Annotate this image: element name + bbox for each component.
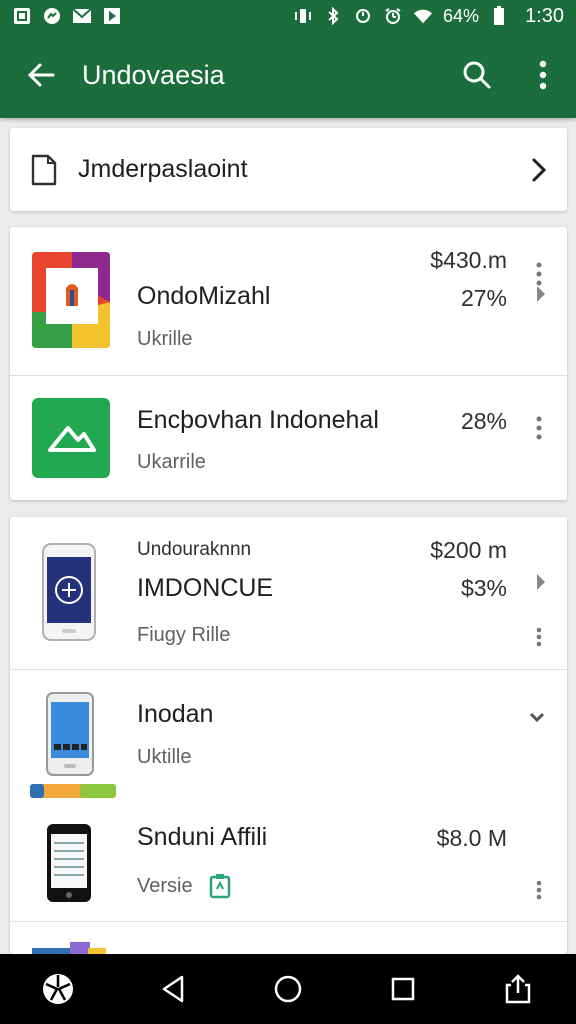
share-icon	[506, 974, 531, 1004]
drag-handle-icon[interactable]	[529, 279, 553, 309]
app-icon-green	[32, 398, 110, 483]
phone-app-icon	[46, 692, 94, 781]
back-nav-button[interactable]	[141, 957, 205, 1021]
play-icon	[102, 7, 122, 25]
app-list-group-2: Undouraknnn IMDONCUE Fiugy Rille $200 m …	[10, 517, 567, 954]
wifi-icon	[413, 7, 433, 25]
assistant-button[interactable]	[26, 957, 90, 1021]
bluetooth-icon	[323, 7, 343, 25]
app-list-group-1: OndoMizahl Ukrille $430.m 27% Encþovhan …	[10, 227, 567, 500]
battery-percent: 64%	[443, 5, 480, 26]
item-subtitle: Fiugy Rille	[137, 624, 231, 646]
more-vert-icon	[536, 627, 542, 647]
messenger-icon	[42, 7, 62, 25]
photo-icon	[12, 7, 32, 25]
item-subtitle: Versie	[137, 875, 193, 897]
status-left-icons	[12, 7, 122, 25]
share-nav-button[interactable]	[486, 957, 550, 1021]
clock: 1:30	[525, 4, 564, 27]
partial-app-icon	[32, 942, 106, 954]
expand-button[interactable]	[525, 702, 549, 732]
chevron-down-icon	[529, 712, 545, 723]
item-title: OndoMizahl	[137, 282, 271, 310]
item-title: Inodan	[137, 700, 214, 728]
item-amount: $8.0 M	[436, 825, 507, 851]
sync-icon	[353, 7, 373, 25]
clipboard-icon	[209, 873, 231, 904]
mail-icon	[72, 7, 92, 25]
item-caption: Undouraknnn	[137, 539, 252, 560]
document-icon	[10, 154, 78, 186]
list-item-partial[interactable]	[10, 922, 567, 954]
item-more-button[interactable]	[527, 413, 551, 443]
item-more-button[interactable]	[527, 622, 551, 652]
search-button[interactable]	[444, 32, 510, 118]
system-nav-bar	[0, 954, 576, 1024]
page-title: Undovaesia	[82, 59, 225, 90]
more-vert-icon	[539, 60, 547, 90]
recents-nav-button[interactable]	[371, 957, 435, 1021]
phone-app-icon	[42, 543, 96, 646]
item-amount: $430.m	[430, 247, 507, 273]
home-nav-button[interactable]	[256, 957, 320, 1021]
item-title: Encþovhan Indonehal	[137, 406, 379, 434]
item-percent: 28%	[460, 408, 507, 434]
item-subtitle: Ukrille	[137, 328, 193, 350]
more-vert-icon	[536, 880, 542, 900]
back-button[interactable]	[0, 32, 82, 118]
overflow-menu-button[interactable]	[510, 32, 576, 118]
home-circle-icon	[274, 975, 302, 1003]
more-vert-icon	[536, 416, 542, 440]
item-percent: $3%	[460, 575, 507, 601]
file-card[interactable]: Jmderpaslaoint	[10, 128, 567, 211]
item-subtitle: Ukarrile	[137, 451, 206, 473]
alarm-icon	[383, 7, 403, 25]
status-bar: 64% 1:30	[0, 0, 576, 32]
triangle-back-icon	[162, 975, 184, 1003]
item-percent: 27%	[460, 285, 507, 311]
list-item[interactable]: Undouraknnn IMDONCUE Fiugy Rille $200 m …	[10, 517, 567, 669]
list-item[interactable]: Snduni Affili Versie $8.0 M	[10, 801, 567, 921]
square-recents-icon	[391, 977, 415, 1001]
file-card-title: Jmderpaslaoint	[78, 155, 248, 183]
list-item[interactable]: OndoMizahl Ukrille $430.m 27%	[10, 227, 567, 375]
item-more-button[interactable]	[527, 875, 551, 905]
search-icon	[463, 61, 491, 89]
vibrate-icon	[293, 7, 313, 25]
item-subtitle: Uktille	[137, 746, 192, 768]
app-bar: Undovaesia	[0, 32, 576, 118]
item-amount: $200 m	[430, 537, 507, 563]
globe-icon	[42, 974, 73, 1004]
phone-app-icon	[46, 823, 92, 908]
app-icon-multicolor	[32, 252, 110, 353]
battery-icon	[489, 6, 509, 25]
drag-handle-icon[interactable]	[529, 567, 553, 597]
back-arrow-icon	[27, 63, 55, 87]
list-item[interactable]: Encþovhan Indonehal Ukarrile 28%	[10, 376, 567, 500]
status-right-icons: 64% 1:30	[293, 5, 564, 28]
item-title: Snduni Affili	[137, 823, 268, 851]
item-title: IMDONCUE	[137, 574, 274, 602]
chevron-right-icon	[511, 157, 567, 183]
list-item[interactable]: Inodan Uktille	[10, 670, 567, 801]
